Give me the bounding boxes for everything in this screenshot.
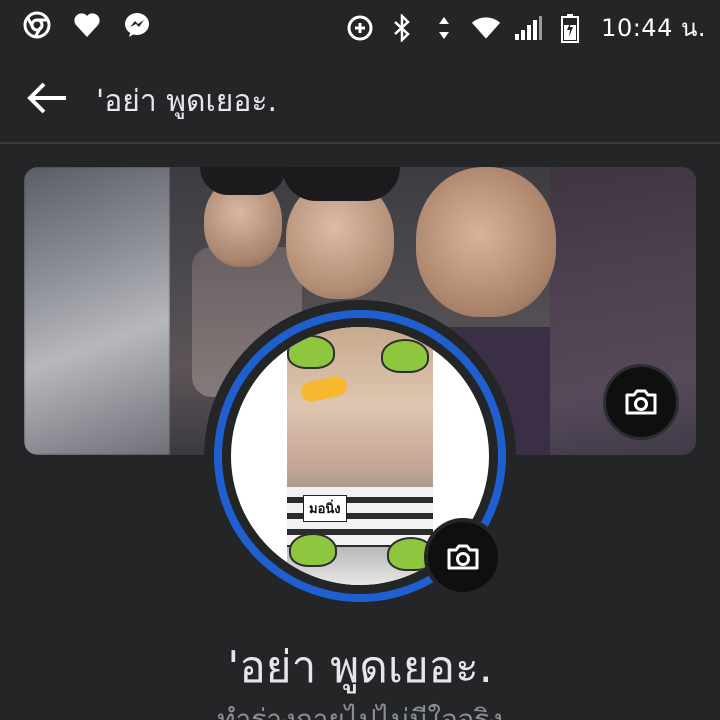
wifi-icon <box>471 13 501 43</box>
data-saver-icon <box>345 13 375 43</box>
alien-sticker <box>289 533 337 567</box>
alien-sticker <box>287 335 335 369</box>
camera-icon <box>447 544 479 570</box>
signal-icon <box>513 13 543 43</box>
edit-profile-picture-button[interactable] <box>424 518 502 596</box>
cover-face <box>416 167 556 317</box>
back-button[interactable] <box>22 78 72 118</box>
status-bar: 10:44 น. <box>0 0 720 50</box>
back-arrow-icon <box>27 82 66 114</box>
battery-icon <box>555 13 585 43</box>
camera-icon <box>625 389 657 415</box>
chrome-icon <box>22 10 52 40</box>
profile-bio: ทำร่างกายไปไม่มีใจจริง <box>217 703 503 720</box>
messenger-icon <box>122 10 152 40</box>
cover-hair <box>282 167 400 201</box>
cover-segment-left <box>24 167 170 455</box>
heart-icon <box>72 10 102 40</box>
status-time: 10:44 น. <box>601 14 706 42</box>
alien-sticker <box>381 339 429 373</box>
profile-name: 'อย่า พูดเยอะ. <box>227 642 493 693</box>
top-bar: 'อย่า พูดเยอะ. <box>0 50 720 144</box>
edit-cover-photo-button[interactable] <box>603 364 679 440</box>
data-arrows-icon <box>429 13 459 43</box>
bluetooth-icon <box>387 13 417 43</box>
page-title: 'อย่า พูดเยอะ. <box>96 84 277 119</box>
photo-sticker-label: มอนิ่ง <box>303 495 347 522</box>
